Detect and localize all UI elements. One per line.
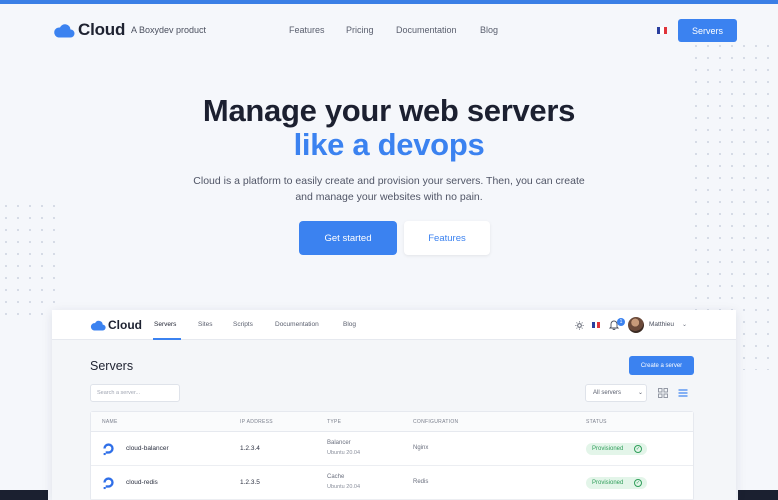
hero-subtitle-line2: and manage your websites with no pain. bbox=[295, 191, 483, 203]
site-tagline: A Boxydev product bbox=[131, 25, 207, 35]
server-ip: 1.2.3.4 bbox=[240, 445, 260, 452]
server-os: Ubuntu 20.04 bbox=[327, 450, 361, 456]
check-circle-icon: ✓ bbox=[634, 479, 642, 487]
dark-corner-right bbox=[738, 490, 778, 500]
site-logo-text: Cloud bbox=[78, 20, 126, 39]
server-filter-select[interactable]: All servers ⌄ bbox=[585, 384, 647, 402]
column-header-name[interactable]: NAME bbox=[102, 419, 118, 425]
server-type: Balancer bbox=[327, 440, 351, 446]
nav-link-features[interactable]: Features bbox=[289, 25, 325, 35]
digitalocean-icon bbox=[103, 477, 114, 490]
cloud-logo-icon bbox=[54, 24, 75, 38]
server-name[interactable]: cloud-balancer bbox=[126, 445, 169, 452]
column-header-status[interactable]: STATUS bbox=[586, 419, 607, 425]
tab-documentation[interactable]: Documentation bbox=[275, 321, 319, 328]
chevron-down-icon: ⌄ bbox=[638, 390, 644, 396]
digitalocean-icon bbox=[103, 443, 114, 456]
france-flag-icon[interactable] bbox=[657, 27, 667, 34]
hero-subtitle-line1: Cloud is a platform to easily create and… bbox=[193, 175, 585, 187]
server-configuration: Redis bbox=[413, 479, 429, 485]
site-logo[interactable]: Cloud bbox=[53, 20, 125, 40]
server-name[interactable]: cloud-redis bbox=[126, 479, 158, 486]
check-circle-icon: ✓ bbox=[634, 445, 642, 453]
servers-table: NAME IP ADDRESS TYPE CONFIGURATION STATU… bbox=[90, 411, 694, 500]
table-header: NAME IP ADDRESS TYPE CONFIGURATION STATU… bbox=[91, 412, 693, 432]
sun-icon[interactable] bbox=[575, 321, 584, 330]
nav-link-documentation[interactable]: Documentation bbox=[396, 25, 457, 35]
dark-corner-left bbox=[0, 490, 48, 500]
status-badge: Provisioned ✓ bbox=[586, 443, 647, 455]
france-flag-icon[interactable] bbox=[592, 322, 601, 328]
hero-subtitle: Cloud is a platform to easily create and… bbox=[170, 173, 608, 205]
server-ip: 1.2.3.5 bbox=[240, 479, 260, 486]
nav-link-pricing[interactable]: Pricing bbox=[346, 25, 374, 35]
active-tab-indicator bbox=[153, 338, 181, 340]
nav-link-blog[interactable]: Blog bbox=[480, 25, 498, 35]
tab-sites[interactable]: Sites bbox=[198, 321, 212, 328]
hero-title-highlight: like a devops bbox=[293, 127, 485, 162]
status-text: Provisioned bbox=[592, 446, 624, 452]
status-text: Provisioned bbox=[592, 480, 624, 486]
cloud-logo-icon bbox=[90, 320, 106, 331]
app-preview: Cloud Servers Sites Scripts Documentatio… bbox=[52, 310, 736, 500]
features-button[interactable]: Features bbox=[404, 221, 490, 255]
user-name[interactable]: Matthieu bbox=[649, 321, 674, 328]
app-logo[interactable]: Cloud bbox=[90, 318, 142, 332]
hero-title: Manage your web servers bbox=[202, 93, 576, 128]
status-badge: Provisioned ✓ bbox=[586, 477, 647, 489]
notification-badge: 1 bbox=[617, 318, 625, 326]
dot-pattern-left bbox=[0, 200, 60, 320]
chevron-down-icon[interactable]: ⌄ bbox=[682, 321, 687, 328]
avatar[interactable] bbox=[628, 317, 644, 333]
tab-scripts[interactable]: Scripts bbox=[233, 321, 253, 328]
tab-blog[interactable]: Blog bbox=[343, 321, 356, 328]
app-logo-text: Cloud bbox=[108, 318, 142, 332]
search-input[interactable]: Search a server... bbox=[90, 384, 180, 402]
grid-view-icon[interactable] bbox=[658, 388, 668, 398]
page-title: Servers bbox=[90, 359, 134, 373]
server-os: Ubuntu 20.04 bbox=[327, 484, 361, 490]
list-view-icon[interactable] bbox=[678, 388, 688, 398]
table-row[interactable]: cloud-balancer 1.2.3.4 Balancer Ubuntu 2… bbox=[91, 432, 693, 466]
column-header-type[interactable]: TYPE bbox=[327, 419, 341, 425]
filter-select-value: All servers bbox=[593, 390, 622, 396]
column-header-configuration[interactable]: CONFIGURATION bbox=[413, 419, 458, 425]
tab-servers[interactable]: Servers bbox=[154, 321, 176, 328]
get-started-button[interactable]: Get started bbox=[299, 221, 397, 255]
create-server-button[interactable]: Create a server bbox=[629, 356, 694, 375]
server-type: Cache bbox=[327, 474, 345, 480]
table-row[interactable]: cloud-redis 1.2.3.5 Cache Ubuntu 20.04 R… bbox=[91, 466, 693, 500]
servers-button[interactable]: Servers bbox=[678, 19, 737, 42]
column-header-ip[interactable]: IP ADDRESS bbox=[240, 419, 273, 425]
app-navbar: Cloud Servers Sites Scripts Documentatio… bbox=[52, 310, 736, 340]
server-configuration: Nginx bbox=[413, 445, 429, 451]
site-header: Cloud A Boxydev product Features Pricing… bbox=[0, 4, 778, 56]
